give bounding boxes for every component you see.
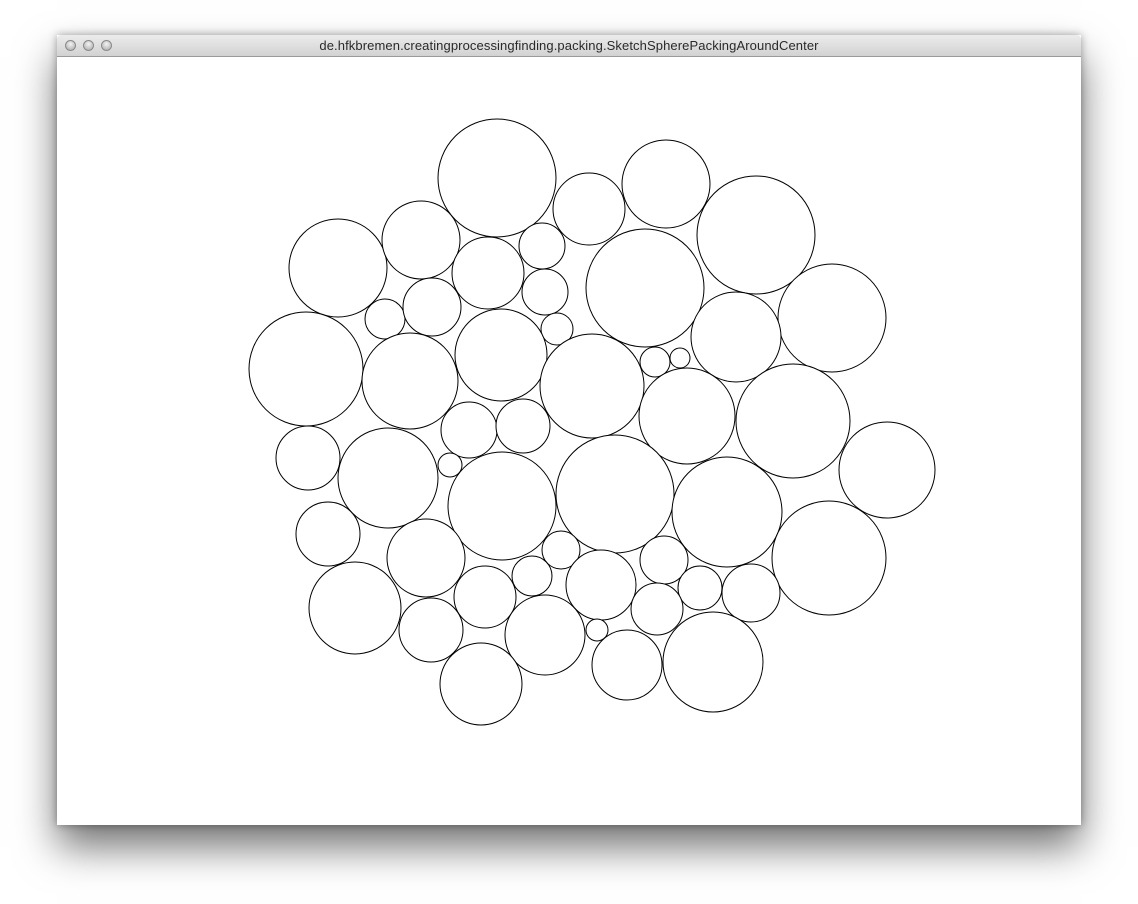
sphere-circle [539, 333, 645, 439]
sphere-circle [386, 518, 466, 598]
sphere-circle [504, 594, 586, 676]
sphere-circle [337, 427, 439, 529]
sphere-circle [248, 311, 364, 427]
sphere-circle [440, 401, 498, 459]
app-window: de.hfkbremen.creatingprocessingfinding.p… [57, 35, 1081, 825]
sphere-circle [777, 263, 887, 373]
sphere-circle [308, 561, 402, 655]
sketch-canvas[interactable] [57, 57, 1081, 825]
sphere-circle [288, 218, 388, 318]
sphere-circle [295, 501, 361, 567]
sphere-circle [451, 236, 525, 310]
sphere-circle [439, 642, 523, 726]
sphere-circle [511, 555, 553, 597]
sphere-circle [721, 563, 781, 623]
sphere-circle [565, 549, 637, 621]
sphere-circle [671, 456, 783, 568]
sphere-circle [621, 139, 711, 229]
sphere-circle [495, 398, 551, 454]
sphere-circle [453, 565, 517, 629]
sphere-circle [447, 451, 557, 561]
sphere-circle [639, 346, 671, 378]
sphere-circle [669, 347, 691, 369]
sphere-circle [521, 268, 569, 316]
sphere-circle [437, 118, 557, 238]
sphere-circle [518, 222, 566, 270]
sphere-circle [402, 277, 462, 337]
sphere-circle [771, 500, 887, 616]
sphere-circle [591, 629, 663, 701]
sphere-circle [381, 200, 461, 280]
sphere-circle [677, 565, 723, 611]
sphere-circle [364, 298, 406, 340]
window-title: de.hfkbremen.creatingprocessingfinding.p… [319, 38, 819, 53]
sphere-circle [735, 363, 851, 479]
sphere-circle [552, 172, 626, 246]
sphere-circle [398, 597, 464, 663]
sphere-circle [361, 332, 459, 430]
sphere-circle [275, 425, 341, 491]
sphere-packing-drawing [248, 118, 936, 726]
sphere-circle [630, 582, 684, 636]
sphere-circle [690, 291, 782, 383]
sphere-circle [662, 611, 764, 713]
sphere-circle [454, 308, 548, 402]
sphere-circle [838, 421, 936, 519]
sphere-circle [585, 228, 705, 348]
title-bar[interactable]: de.hfkbremen.creatingprocessingfinding.p… [57, 35, 1081, 57]
